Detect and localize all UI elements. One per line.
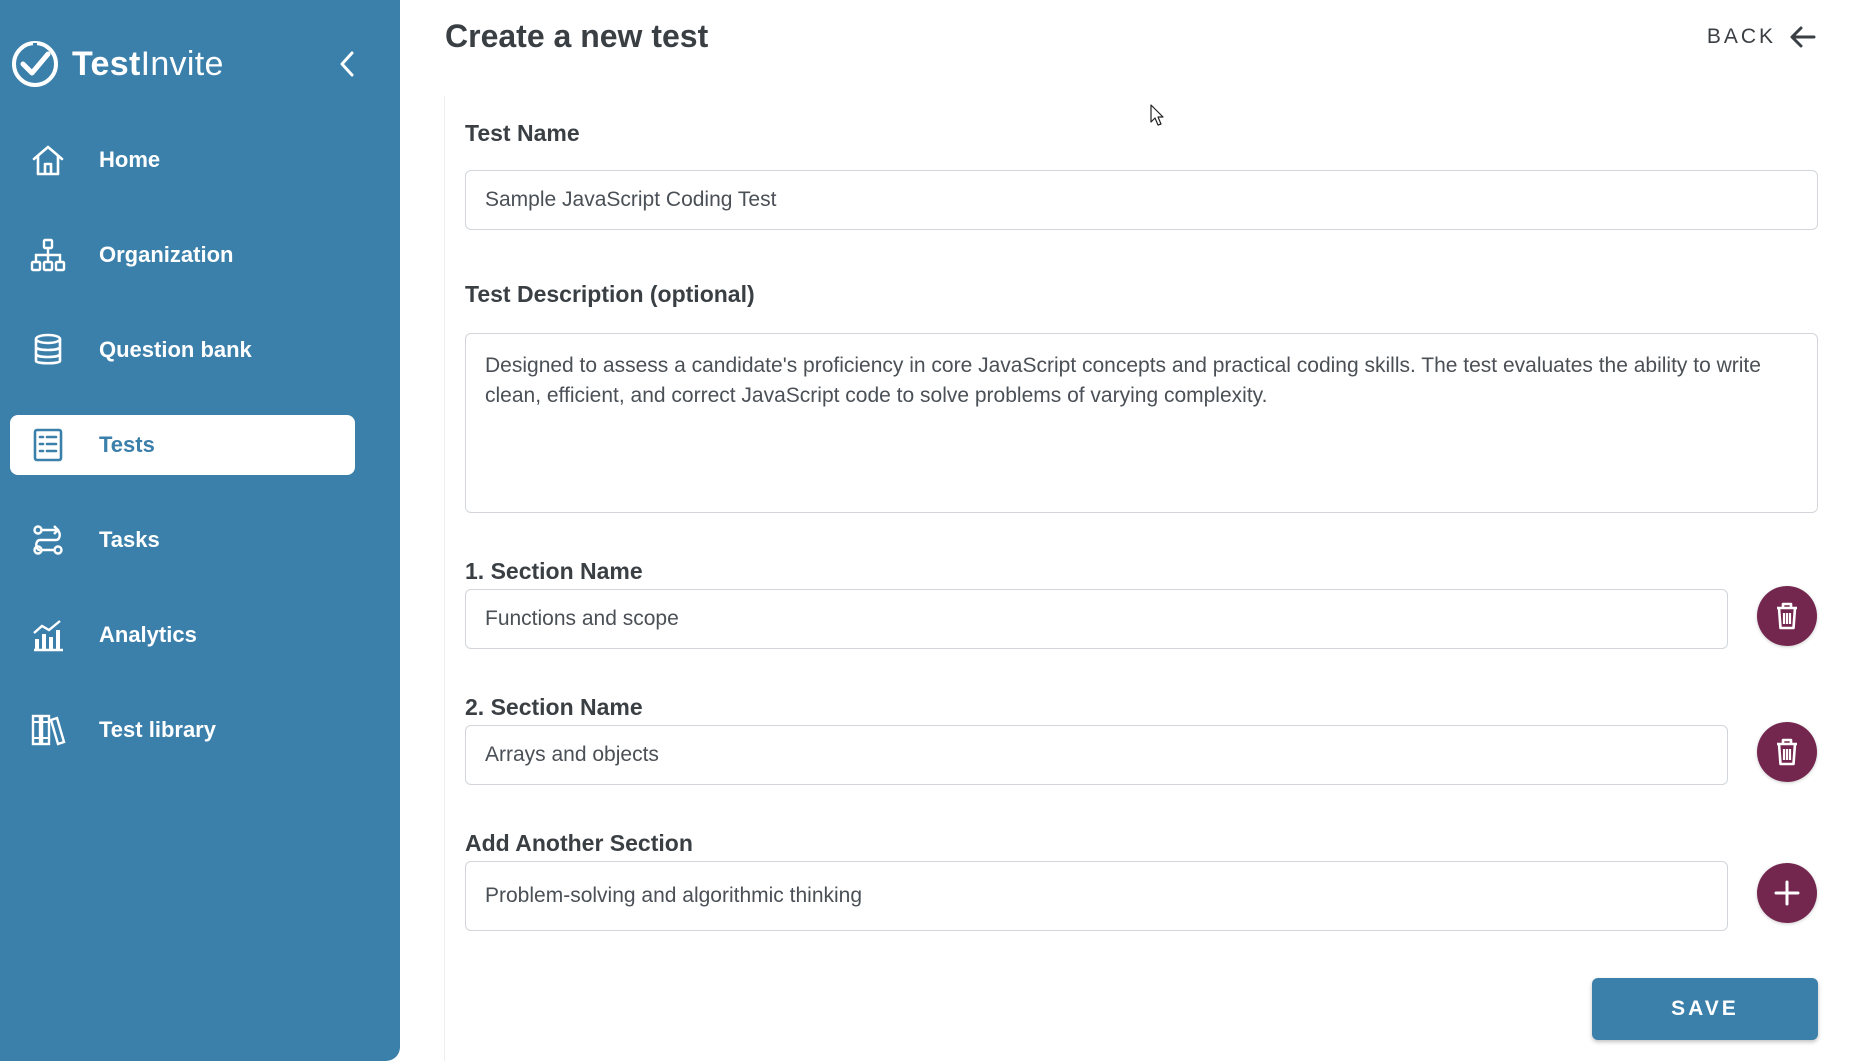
brand-name: TestInvite [72, 44, 224, 83]
sidebar-item-organization[interactable]: Organization [10, 225, 355, 285]
test-name-label: Test Name [465, 120, 580, 146]
section-2-label: 2. Section Name [465, 694, 643, 720]
mouse-cursor-icon [1150, 104, 1164, 126]
analytics-icon [26, 613, 70, 657]
collapse-sidebar-button[interactable] [330, 44, 364, 84]
sidebar-item-tests[interactable]: Tests [10, 415, 355, 475]
test-name-input[interactable]: Sample JavaScript Coding Test [465, 170, 1818, 230]
database-icon [26, 328, 70, 372]
sidebar-item-label: Organization [99, 242, 234, 267]
save-button[interactable]: SAVE [1592, 978, 1818, 1040]
sidebar-item-test-library[interactable]: Test library [10, 700, 355, 760]
section-1-input[interactable]: Functions and scope [465, 589, 1728, 649]
add-section-input[interactable]: Problem-solving and algorithmic thinking [465, 861, 1728, 931]
sidebar-item-label: Home [99, 147, 161, 172]
sidebar-item-label: Tests [99, 432, 155, 457]
delete-section-2-button[interactable] [1757, 722, 1817, 782]
delete-section-1-button[interactable] [1757, 586, 1817, 646]
test-description-label: Test Description (optional) [465, 281, 755, 307]
chevron-left-icon [340, 51, 354, 77]
plus-icon [1774, 880, 1800, 906]
sidebar-item-home[interactable]: Home [10, 130, 355, 190]
arrow-left-icon [1790, 26, 1816, 48]
sidebar-item-label: Test library [99, 717, 216, 742]
back-label: BACK [1706, 25, 1776, 48]
home-icon [26, 138, 70, 182]
org-chart-icon [26, 233, 70, 277]
sidebar-item-analytics[interactable]: Analytics [10, 605, 355, 665]
brand[interactable]: TestInvite [10, 36, 224, 92]
library-icon [26, 708, 70, 752]
sidebar-nav: Home Organization Question bank Tests Ta… [10, 130, 355, 795]
page-title: Create a new test [445, 18, 709, 54]
add-section-button[interactable] [1757, 863, 1817, 923]
app-window: TestInvite Home Organization Question ba… [0, 0, 1854, 1061]
checklist-icon [26, 423, 70, 467]
sidebar-item-question-bank[interactable]: Question bank [10, 320, 355, 380]
sidebar-item-label: Analytics [99, 622, 197, 647]
section-1-label: 1. Section Name [465, 558, 643, 584]
route-icon [26, 518, 70, 562]
add-section-label: Add Another Section [465, 830, 693, 856]
sidebar: TestInvite Home Organization Question ba… [0, 0, 400, 1061]
sidebar-item-tasks[interactable]: Tasks [10, 510, 355, 570]
trash-icon [1777, 602, 1797, 630]
sidebar-item-label: Tasks [99, 527, 160, 552]
back-button[interactable]: BACK [1707, 22, 1818, 52]
test-description-textarea[interactable]: Designed to assess a candidate's profici… [465, 333, 1818, 513]
trash-icon [1777, 738, 1797, 766]
logo-check-icon [12, 41, 58, 87]
section-2-input[interactable]: Arrays and objects [465, 725, 1728, 785]
sidebar-item-label: Question bank [99, 337, 252, 362]
